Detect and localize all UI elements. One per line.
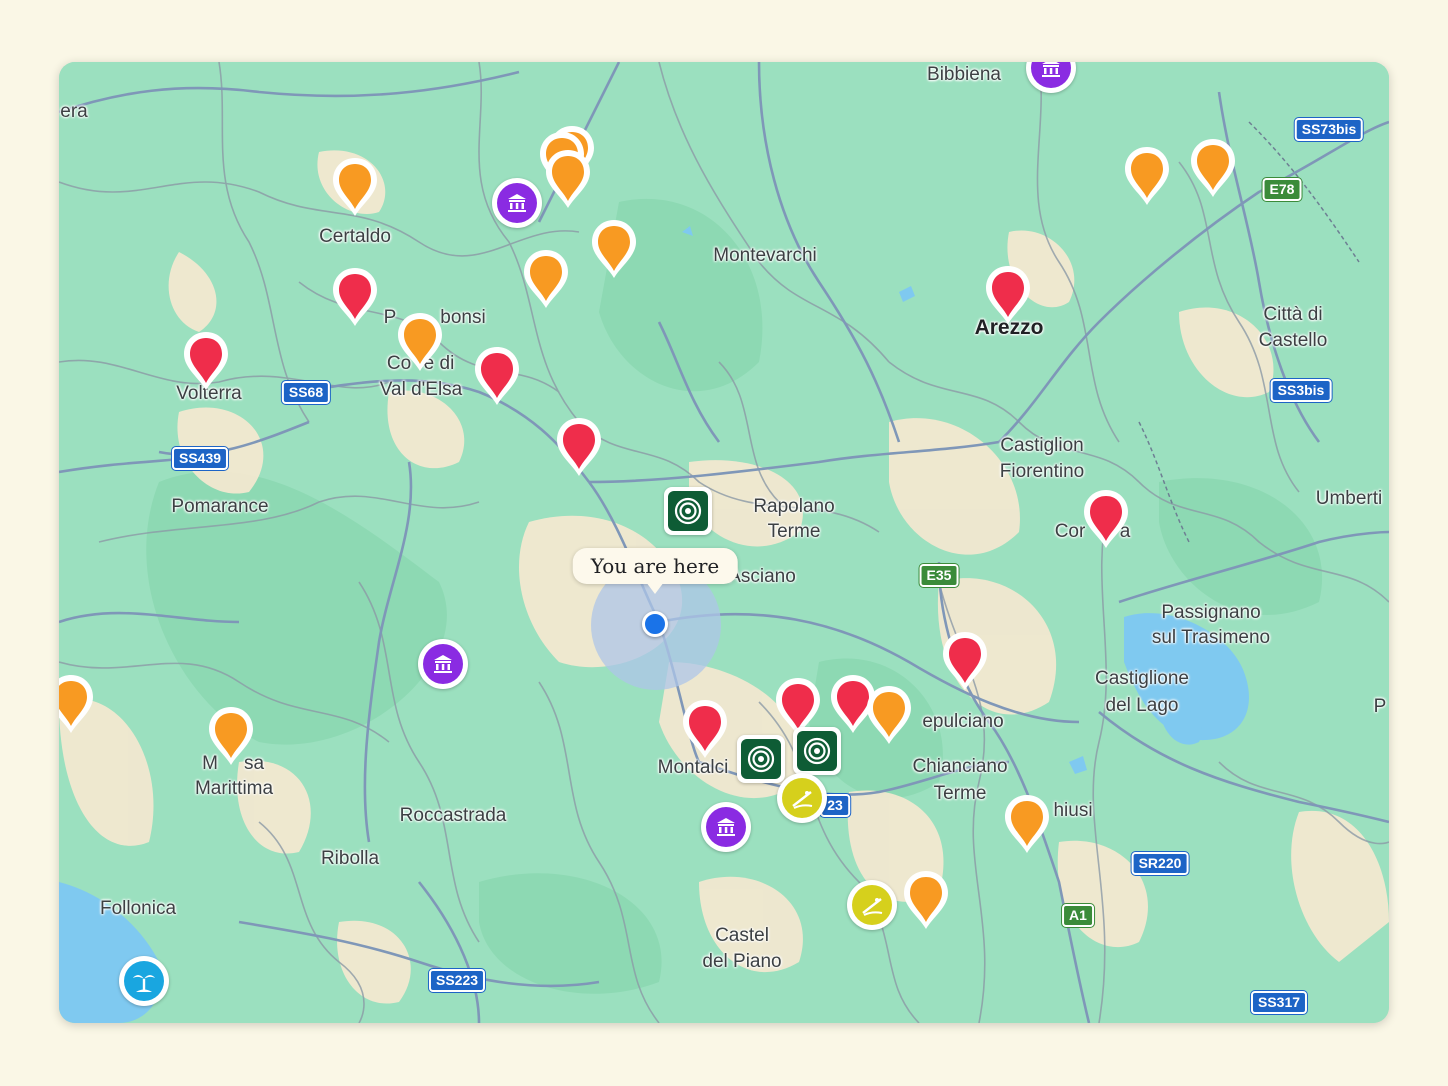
- place-label: Certaldo: [319, 226, 391, 247]
- road-shield: SS439: [171, 447, 229, 470]
- place-label: hiusi: [1053, 800, 1093, 821]
- place-label: bonsi: [440, 307, 486, 328]
- orange-pin-icon[interactable]: [521, 248, 571, 310]
- place-label: Bibbiena: [927, 64, 1001, 85]
- place-label: epulciano: [922, 711, 1004, 732]
- place-label: Umberti: [1315, 488, 1383, 509]
- place-label: Marittima: [194, 778, 274, 799]
- orange-pin-icon[interactable]: [589, 218, 639, 280]
- road-shield: SS317: [1250, 991, 1308, 1014]
- place-label: Follonica: [99, 898, 177, 919]
- place-label: Asciano: [728, 566, 796, 587]
- red-pin-icon[interactable]: [554, 416, 604, 478]
- road-shield: SS3bis: [1270, 379, 1332, 402]
- museum-icon[interactable]: [492, 178, 542, 228]
- orange-pin-icon[interactable]: [1188, 137, 1238, 199]
- hiking-icon[interactable]: [777, 773, 827, 823]
- orange-pin-icon[interactable]: [330, 156, 380, 218]
- road-shield: E35: [919, 564, 959, 587]
- place-label: Ribolla: [320, 848, 380, 869]
- place-label: Castel: [715, 925, 769, 946]
- red-pin-icon[interactable]: [983, 264, 1033, 326]
- orange-pin-icon[interactable]: [206, 705, 256, 767]
- place-label: era: [60, 101, 88, 122]
- map-view[interactable]: era Bibbiena Certaldo Montevarchi P bons…: [59, 62, 1389, 1023]
- road-shield: SR220: [1131, 852, 1189, 875]
- spiral-icon[interactable]: [793, 727, 841, 775]
- spiral-icon[interactable]: [737, 735, 785, 783]
- road-shield: SS68: [281, 381, 331, 404]
- place-label: Roccastrada: [399, 805, 507, 826]
- place-label: Passignano: [1161, 602, 1261, 623]
- place-label: del Piano: [702, 951, 782, 972]
- orange-pin-icon[interactable]: [543, 148, 593, 210]
- red-pin-icon[interactable]: [181, 330, 231, 392]
- orange-pin-icon[interactable]: [864, 684, 914, 746]
- red-pin-icon[interactable]: [940, 630, 990, 692]
- orange-pin-icon[interactable]: [901, 869, 951, 931]
- place-label: Pomarance: [171, 496, 269, 517]
- museum-icon[interactable]: [701, 802, 751, 852]
- orange-pin-icon[interactable]: [59, 673, 96, 735]
- place-label: Montevarchi: [713, 245, 817, 266]
- place-label: Castiglion: [1000, 435, 1084, 456]
- place-label: del Lago: [1105, 695, 1179, 716]
- place-label: P: [1373, 696, 1387, 717]
- red-pin-icon[interactable]: [330, 266, 380, 328]
- red-pin-icon[interactable]: [472, 345, 522, 407]
- place-label: Fiorentino: [999, 461, 1085, 482]
- orange-pin-icon[interactable]: [1002, 793, 1052, 855]
- spiral-icon[interactable]: [664, 487, 712, 535]
- place-label: Città di: [1263, 304, 1323, 325]
- road-shield: E78: [1262, 178, 1302, 201]
- place-label: Castello: [1258, 330, 1328, 351]
- place-label: Val d'Elsa: [379, 379, 463, 400]
- red-pin-icon[interactable]: [680, 698, 730, 760]
- road-shield: A1: [1062, 904, 1094, 927]
- hiking-icon[interactable]: [847, 880, 897, 930]
- map-base: [59, 62, 1389, 1023]
- beach-icon[interactable]: [119, 956, 169, 1006]
- road-shield: SS73bis: [1294, 118, 1364, 141]
- orange-pin-icon[interactable]: [1122, 145, 1172, 207]
- place-label: Terme: [767, 521, 821, 542]
- tooltip-tail: [646, 582, 664, 594]
- orange-pin-icon[interactable]: [395, 311, 445, 373]
- museum-icon[interactable]: [418, 639, 468, 689]
- place-label: sul Trasimeno: [1151, 627, 1271, 648]
- current-location-dot[interactable]: [642, 611, 668, 637]
- road-shield: SS223: [428, 969, 486, 992]
- place-label: Castiglione: [1095, 668, 1189, 689]
- you-are-here-tooltip: You are here: [572, 548, 738, 584]
- place-label: Chianciano: [912, 756, 1008, 777]
- place-label: Terme: [933, 783, 987, 804]
- red-pin-icon[interactable]: [1081, 488, 1131, 550]
- place-label: Rapolano: [753, 496, 835, 517]
